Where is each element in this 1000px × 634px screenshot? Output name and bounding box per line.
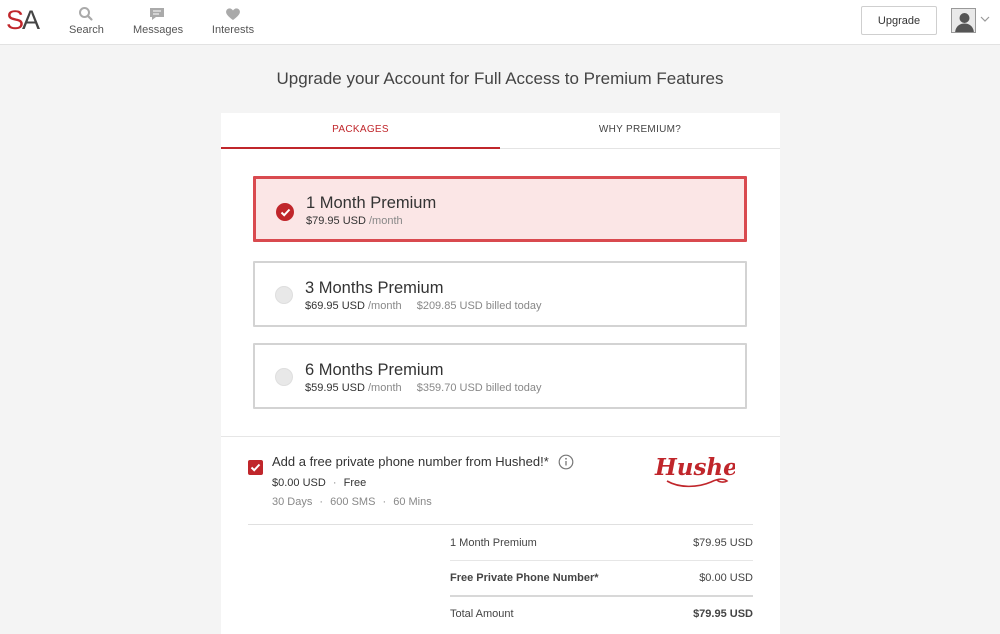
tab-bar: PACKAGES WHY PREMIUM? xyxy=(221,113,780,149)
hushed-addon-checkbox[interactable] xyxy=(248,460,263,475)
separator-dot: · xyxy=(332,477,337,489)
package-price: $59.95 USD /month $359.70 USD billed tod… xyxy=(305,382,541,394)
summary-amount: $79.95 USD xyxy=(693,537,753,549)
nav-messages-label: Messages xyxy=(133,24,184,36)
messages-icon xyxy=(150,8,164,20)
package-name: 1 Month Premium xyxy=(306,194,437,212)
checkmark-icon xyxy=(250,463,261,472)
nav-search-label: Search xyxy=(69,24,104,36)
addon-price-note: Free xyxy=(343,477,367,489)
package-price-amount: $69.95 USD xyxy=(305,300,365,312)
tab-why-premium[interactable]: WHY PREMIUM? xyxy=(500,113,780,149)
page-title: Upgrade your Account for Full Access to … xyxy=(276,69,724,88)
top-navigation-bar: SA Search Messages Interests Upgrade xyxy=(0,0,1000,45)
nav-search[interactable]: Search xyxy=(69,6,104,36)
radio-unchecked-icon[interactable] xyxy=(275,368,293,386)
package-billed-today: $359.70 USD billed today xyxy=(416,382,542,394)
logo-letter-s: S xyxy=(6,5,24,35)
site-logo[interactable]: SA xyxy=(6,6,42,34)
package-billed-today: $209.85 USD billed today xyxy=(416,300,542,312)
addon-specs: 30 Days · 600 SMS · 60 Mins xyxy=(272,496,432,508)
addon-spec-days: 30 Days xyxy=(272,496,313,508)
summary-row-total: Total Amount $79.95 USD xyxy=(450,608,753,626)
section-divider xyxy=(221,436,780,437)
radio-unchecked-icon[interactable] xyxy=(275,286,293,304)
upgrade-button[interactable]: Upgrade xyxy=(861,6,937,35)
chevron-down-icon[interactable] xyxy=(979,14,991,24)
package-option-6-months[interactable]: 6 Months Premium $59.95 USD /month $359.… xyxy=(253,343,747,409)
summary-row-package: 1 Month Premium $79.95 USD xyxy=(450,537,753,555)
summary-row-phone: Free Private Phone Number* $0.00 USD xyxy=(450,572,753,590)
addon-spec-sms: 600 SMS xyxy=(330,496,376,508)
tab-packages[interactable]: PACKAGES xyxy=(221,113,500,149)
svg-text:Hushed: Hushed xyxy=(654,454,735,481)
summary-label: 1 Month Premium xyxy=(450,537,537,549)
addon-spec-mins: 60 Mins xyxy=(393,496,432,508)
package-name: 3 Months Premium xyxy=(305,279,444,297)
user-silhouette-icon xyxy=(952,9,975,32)
avatar[interactable] xyxy=(951,8,976,33)
package-price-period: /month xyxy=(369,215,403,227)
package-price: $79.95 USD /month xyxy=(306,215,403,227)
radio-checked-icon[interactable] xyxy=(276,203,294,221)
hushed-logo: Hushed xyxy=(654,454,735,488)
nav-interests[interactable]: Interests xyxy=(210,6,256,36)
package-name: 6 Months Premium xyxy=(305,361,444,379)
addon-price-amount: $0.00 USD xyxy=(272,477,326,489)
nav-messages[interactable]: Messages xyxy=(133,6,184,36)
package-price: $69.95 USD /month $209.85 USD billed tod… xyxy=(305,300,541,312)
package-price-amount: $59.95 USD xyxy=(305,382,365,394)
summary-label: Free Private Phone Number* xyxy=(450,572,599,584)
package-price-amount: $79.95 USD xyxy=(306,215,366,227)
summary-separator xyxy=(450,560,753,561)
separator-dot: · xyxy=(319,496,324,508)
nav-interests-label: Interests xyxy=(211,24,255,36)
addon-title: Add a free private phone number from Hus… xyxy=(272,454,549,469)
addon-price: $0.00 USD · Free xyxy=(272,477,366,489)
summary-total-amount: $79.95 USD xyxy=(693,608,753,620)
package-option-1-month[interactable]: 1 Month Premium $79.95 USD /month xyxy=(253,176,747,242)
summary-divider xyxy=(248,524,753,525)
search-icon xyxy=(79,7,93,21)
logo-letter-a: A xyxy=(22,5,40,35)
summary-total-label: Total Amount xyxy=(450,608,514,620)
summary-amount: $0.00 USD xyxy=(699,572,753,584)
upgrade-card: PACKAGES WHY PREMIUM? 1 Month Premium $7… xyxy=(221,113,780,634)
checkmark-icon xyxy=(280,208,291,217)
info-icon[interactable] xyxy=(558,454,574,470)
separator-dot: · xyxy=(382,496,387,508)
package-price-period: /month xyxy=(368,300,402,312)
package-price-period: /month xyxy=(368,382,402,394)
summary-separator xyxy=(450,595,753,597)
package-option-3-months[interactable]: 3 Months Premium $69.95 USD /month $209.… xyxy=(253,261,747,327)
heart-icon xyxy=(226,8,240,20)
